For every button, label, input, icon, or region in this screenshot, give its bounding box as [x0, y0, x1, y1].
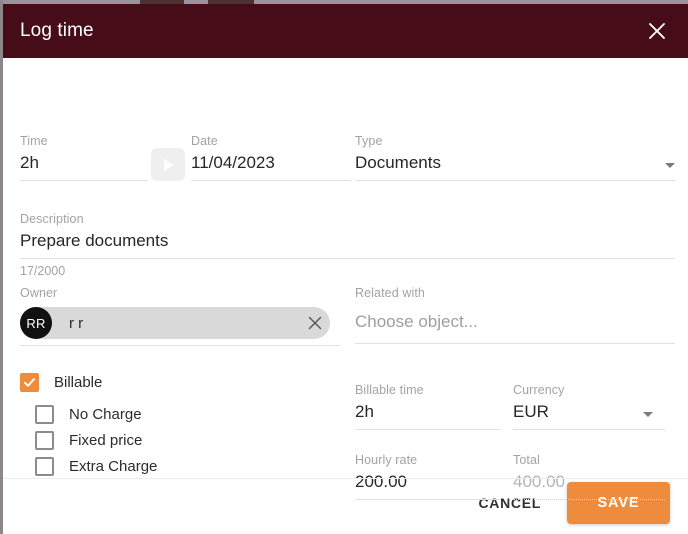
type-field[interactable]: Type Documents — [355, 134, 675, 181]
no-charge-checkbox-row[interactable]: No Charge — [35, 405, 142, 424]
hourly-rate-label: Hourly rate — [355, 453, 418, 467]
billable-time-value[interactable]: 2h — [355, 398, 501, 424]
chevron-down-icon[interactable] — [643, 412, 653, 417]
currency-label: Currency — [513, 383, 565, 397]
description-value[interactable]: Prepare documents — [20, 227, 675, 253]
clear-owner-icon[interactable] — [300, 315, 330, 331]
billable-label: Billable — [54, 374, 103, 391]
hourly-rate-underline — [355, 499, 501, 500]
billable-time-underline — [355, 429, 501, 430]
dialog-title: Log time — [20, 20, 94, 41]
owner-chip-label: r r — [69, 314, 84, 332]
related-with-label: Related with — [355, 286, 425, 300]
footer-divider — [3, 478, 688, 479]
description-label: Description — [20, 212, 84, 226]
no-charge-checkbox[interactable] — [35, 405, 54, 424]
date-field[interactable]: Date 11/04/2023 — [191, 134, 351, 181]
total-label: Total — [513, 453, 540, 467]
description-field[interactable]: Description Prepare documents — [20, 212, 675, 259]
time-field[interactable]: Time 2h — [20, 134, 148, 181]
time-label: Time — [20, 134, 48, 148]
total-field: Total 400.00 — [513, 453, 665, 500]
currency-value[interactable]: EUR — [513, 398, 665, 424]
dialog-header: Log time — [3, 4, 688, 58]
total-value: 400.00 — [513, 472, 565, 491]
fixed-price-label: Fixed price — [69, 432, 143, 449]
billable-checkbox[interactable] — [20, 373, 39, 392]
date-underline — [191, 180, 351, 181]
hourly-rate-value[interactable]: 200.00 — [355, 468, 501, 494]
fixed-price-checkbox[interactable] — [35, 431, 54, 450]
no-charge-label: No Charge — [69, 406, 142, 423]
extra-charge-checkbox[interactable] — [35, 457, 54, 476]
avatar: RR — [20, 307, 52, 339]
close-icon[interactable] — [642, 16, 672, 46]
time-value[interactable]: 2h — [20, 149, 148, 175]
description-char-counter: 17/2000 — [20, 264, 66, 278]
time-underline — [20, 180, 148, 181]
total-underline — [513, 499, 665, 500]
billable-time-field[interactable]: Billable time 2h — [355, 383, 501, 430]
fixed-price-checkbox-row[interactable]: Fixed price — [35, 431, 142, 450]
related-with-field[interactable]: Related with Choose object... — [355, 286, 675, 344]
date-value[interactable]: 11/04/2023 — [191, 149, 351, 175]
play-icon — [164, 158, 174, 171]
billable-checkbox-row[interactable]: Billable — [20, 373, 102, 392]
extra-charge-label: Extra Charge — [69, 458, 158, 475]
related-with-underline — [355, 343, 675, 344]
type-underline — [355, 180, 675, 181]
owner-chip[interactable]: RR r r — [20, 307, 330, 339]
billable-time-label: Billable time — [355, 383, 424, 397]
related-with-placeholder[interactable]: Choose object... — [355, 301, 675, 334]
description-underline — [20, 258, 675, 259]
currency-field[interactable]: Currency EUR — [513, 383, 665, 430]
hourly-rate-field[interactable]: Hourly rate 200.00 — [355, 453, 501, 500]
start-timer-button[interactable] — [151, 148, 185, 181]
date-label: Date — [191, 134, 218, 148]
log-time-dialog: Log time Time 2h Date 11/04/2023 Type Do… — [3, 4, 688, 534]
chevron-down-icon[interactable] — [665, 163, 675, 168]
dialog-body: Time 2h Date 11/04/2023 Type Documents D… — [3, 58, 688, 500]
currency-underline — [513, 429, 665, 430]
owner-label: Owner — [20, 286, 58, 300]
owner-field[interactable]: Owner RR r r — [20, 286, 340, 346]
extra-charge-checkbox-row[interactable]: Extra Charge — [35, 457, 157, 476]
type-value[interactable]: Documents — [355, 149, 675, 175]
type-label: Type — [355, 134, 383, 148]
owner-underline — [20, 345, 340, 346]
